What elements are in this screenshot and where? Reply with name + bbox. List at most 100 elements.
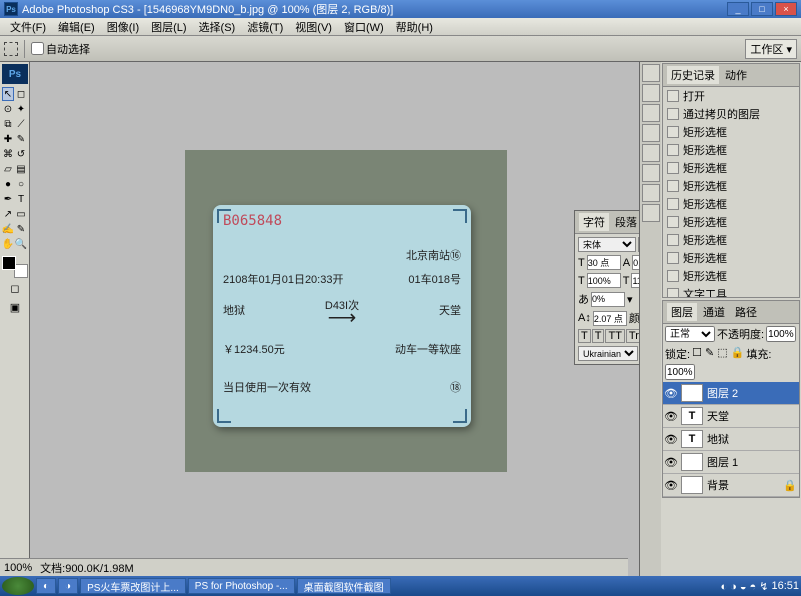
visibility-icon[interactable]: 👁 (665, 410, 677, 422)
color-swatch[interactable] (2, 256, 28, 278)
history-item[interactable]: 文字工具 (663, 285, 799, 297)
visibility-icon[interactable]: 👁 (665, 456, 677, 468)
crop-tool[interactable]: ⧉ (2, 117, 14, 131)
layer-item[interactable]: 👁图层 1 (663, 451, 799, 474)
layer-item[interactable]: 👁背景🔒 (663, 474, 799, 497)
dock-btn[interactable] (642, 84, 660, 102)
shape-tool[interactable]: ▭ (15, 207, 27, 221)
dock-btn[interactable] (642, 184, 660, 202)
document-canvas[interactable]: B065848 北京南站⑯ 2108年01月01日20:33开01车018号 地… (185, 150, 507, 472)
notes-tool[interactable]: ✍ (2, 222, 14, 236)
close-button[interactable]: × (775, 2, 797, 16)
lasso-tool[interactable]: ⊙ (2, 102, 14, 116)
task-button[interactable]: ◑ (58, 578, 78, 594)
history-item[interactable]: 矩形选框 (663, 213, 799, 231)
history-item[interactable]: 矩形选框 (663, 141, 799, 159)
gradient-tool[interactable]: ▤ (15, 162, 27, 176)
vscale[interactable] (587, 273, 621, 288)
lang-select[interactable]: Ukrainian (578, 346, 638, 361)
hscale[interactable] (631, 273, 639, 288)
font-size[interactable] (587, 255, 621, 270)
leading[interactable] (632, 255, 639, 270)
visibility-icon[interactable]: 👁 (665, 479, 677, 491)
history-brush-tool[interactable]: ↺ (15, 147, 27, 161)
layers-tab[interactable]: 图层 (667, 303, 697, 321)
menu-filter[interactable]: 滤镜(T) (241, 19, 289, 35)
dock-btn[interactable] (642, 144, 660, 162)
hand-tool[interactable]: ✋ (2, 237, 14, 251)
layer-item[interactable]: 👁T天堂 (663, 405, 799, 428)
task-button[interactable]: PS火车票改图计上... (80, 578, 186, 594)
font-select[interactable]: 宋体 (578, 237, 636, 252)
eraser-tool[interactable]: ▱ (2, 162, 14, 176)
character-panel[interactable]: 字符段落 宋体- TA TT あ▾ A↕颜色: TTTTTrT¹T₁TŦ Ukr… (574, 210, 639, 365)
paths-tab[interactable]: 路径 (731, 303, 761, 321)
history-item[interactable]: 矩形选框 (663, 159, 799, 177)
visibility-icon[interactable]: 👁 (665, 433, 677, 445)
menu-image[interactable]: 图像(I) (101, 19, 145, 35)
visibility-icon[interactable]: 👁 (665, 387, 677, 399)
channels-tab[interactable]: 通道 (699, 303, 729, 321)
slice-tool[interactable]: ⟋ (15, 117, 27, 131)
menu-window[interactable]: 窗口(W) (338, 19, 390, 35)
history-item[interactable]: 矩形选框 (663, 249, 799, 267)
menu-edit[interactable]: 编辑(E) (52, 19, 101, 35)
start-button[interactable] (2, 577, 34, 595)
maximize-button[interactable]: □ (751, 2, 773, 16)
history-item[interactable]: 打开 (663, 87, 799, 105)
dodge-tool[interactable]: ○ (15, 177, 27, 191)
eyedropper-tool[interactable]: ✎ (15, 222, 27, 236)
task-button[interactable]: PS for Photoshop -... (188, 578, 295, 594)
dock-btn[interactable] (642, 164, 660, 182)
move-tool[interactable]: ↖ (2, 87, 14, 101)
wand-tool[interactable]: ✦ (15, 102, 27, 116)
brush-tool[interactable]: ✎ (15, 132, 27, 146)
dock-btn[interactable] (642, 124, 660, 142)
workarea-dropdown[interactable]: 工作区 ▾ (745, 39, 797, 59)
task-button[interactable]: ◐ (36, 578, 56, 594)
quickmask-toggle[interactable]: ◻ (2, 279, 28, 297)
canvas-area[interactable]: B065848 北京南站⑯ 2108年01月01日20:33开01车018号 地… (30, 62, 639, 576)
actions-tab[interactable]: 动作 (721, 66, 751, 84)
zoom-level[interactable]: 100% (4, 562, 32, 574)
bold-btn[interactable]: T (578, 329, 591, 343)
paragraph-tab[interactable]: 段落 (611, 213, 639, 231)
screenmode-toggle[interactable]: ▣ (2, 298, 28, 316)
baseline[interactable] (593, 311, 627, 326)
marquee-tool[interactable]: ◻ (15, 87, 27, 101)
history-item[interactable]: 矩形选框 (663, 195, 799, 213)
blend-mode[interactable]: 正常 (665, 326, 715, 342)
blur-tool[interactable]: ● (2, 177, 14, 191)
bg-color[interactable] (14, 264, 28, 278)
menu-file[interactable]: 文件(F) (4, 19, 52, 35)
history-item[interactable]: 通过拷贝的图层 (663, 105, 799, 123)
dock-btn[interactable] (642, 204, 660, 222)
font-style[interactable]: - (638, 237, 639, 252)
menu-view[interactable]: 视图(V) (289, 19, 338, 35)
path-tool[interactable]: ↗ (2, 207, 14, 221)
opacity-input[interactable] (766, 326, 796, 342)
auto-select-checkbox[interactable]: 自动选择 (31, 41, 90, 57)
history-item[interactable]: 矩形选框 (663, 231, 799, 249)
type-tool[interactable]: T (15, 192, 27, 206)
dock-btn[interactable] (642, 104, 660, 122)
heal-tool[interactable]: ✚ (2, 132, 14, 146)
menu-help[interactable]: 帮助(H) (390, 19, 439, 35)
italic-btn[interactable]: T (592, 329, 605, 343)
fg-color[interactable] (2, 256, 16, 270)
pen-tool[interactable]: ✒ (2, 192, 14, 206)
system-tray[interactable]: ◐ ◑ ◒ ◓ ↯ 16:51 (720, 580, 799, 593)
dock-btn[interactable] (642, 64, 660, 82)
zoom-tool[interactable]: 🔍 (15, 237, 27, 251)
menu-select[interactable]: 选择(S) (193, 19, 242, 35)
layer-item[interactable]: 👁T地狱 (663, 428, 799, 451)
stamp-tool[interactable]: ⌘ (2, 147, 14, 161)
tracking[interactable] (591, 292, 625, 307)
history-tab[interactable]: 历史记录 (667, 66, 719, 84)
task-button[interactable]: 桌面截图软件截图 (297, 578, 391, 594)
history-item[interactable]: 矩形选框 (663, 177, 799, 195)
minimize-button[interactable]: _ (727, 2, 749, 16)
history-item[interactable]: 矩形选框 (663, 123, 799, 141)
char-tab[interactable]: 字符 (579, 213, 609, 231)
layer-item[interactable]: 👁图层 2 (663, 382, 799, 405)
